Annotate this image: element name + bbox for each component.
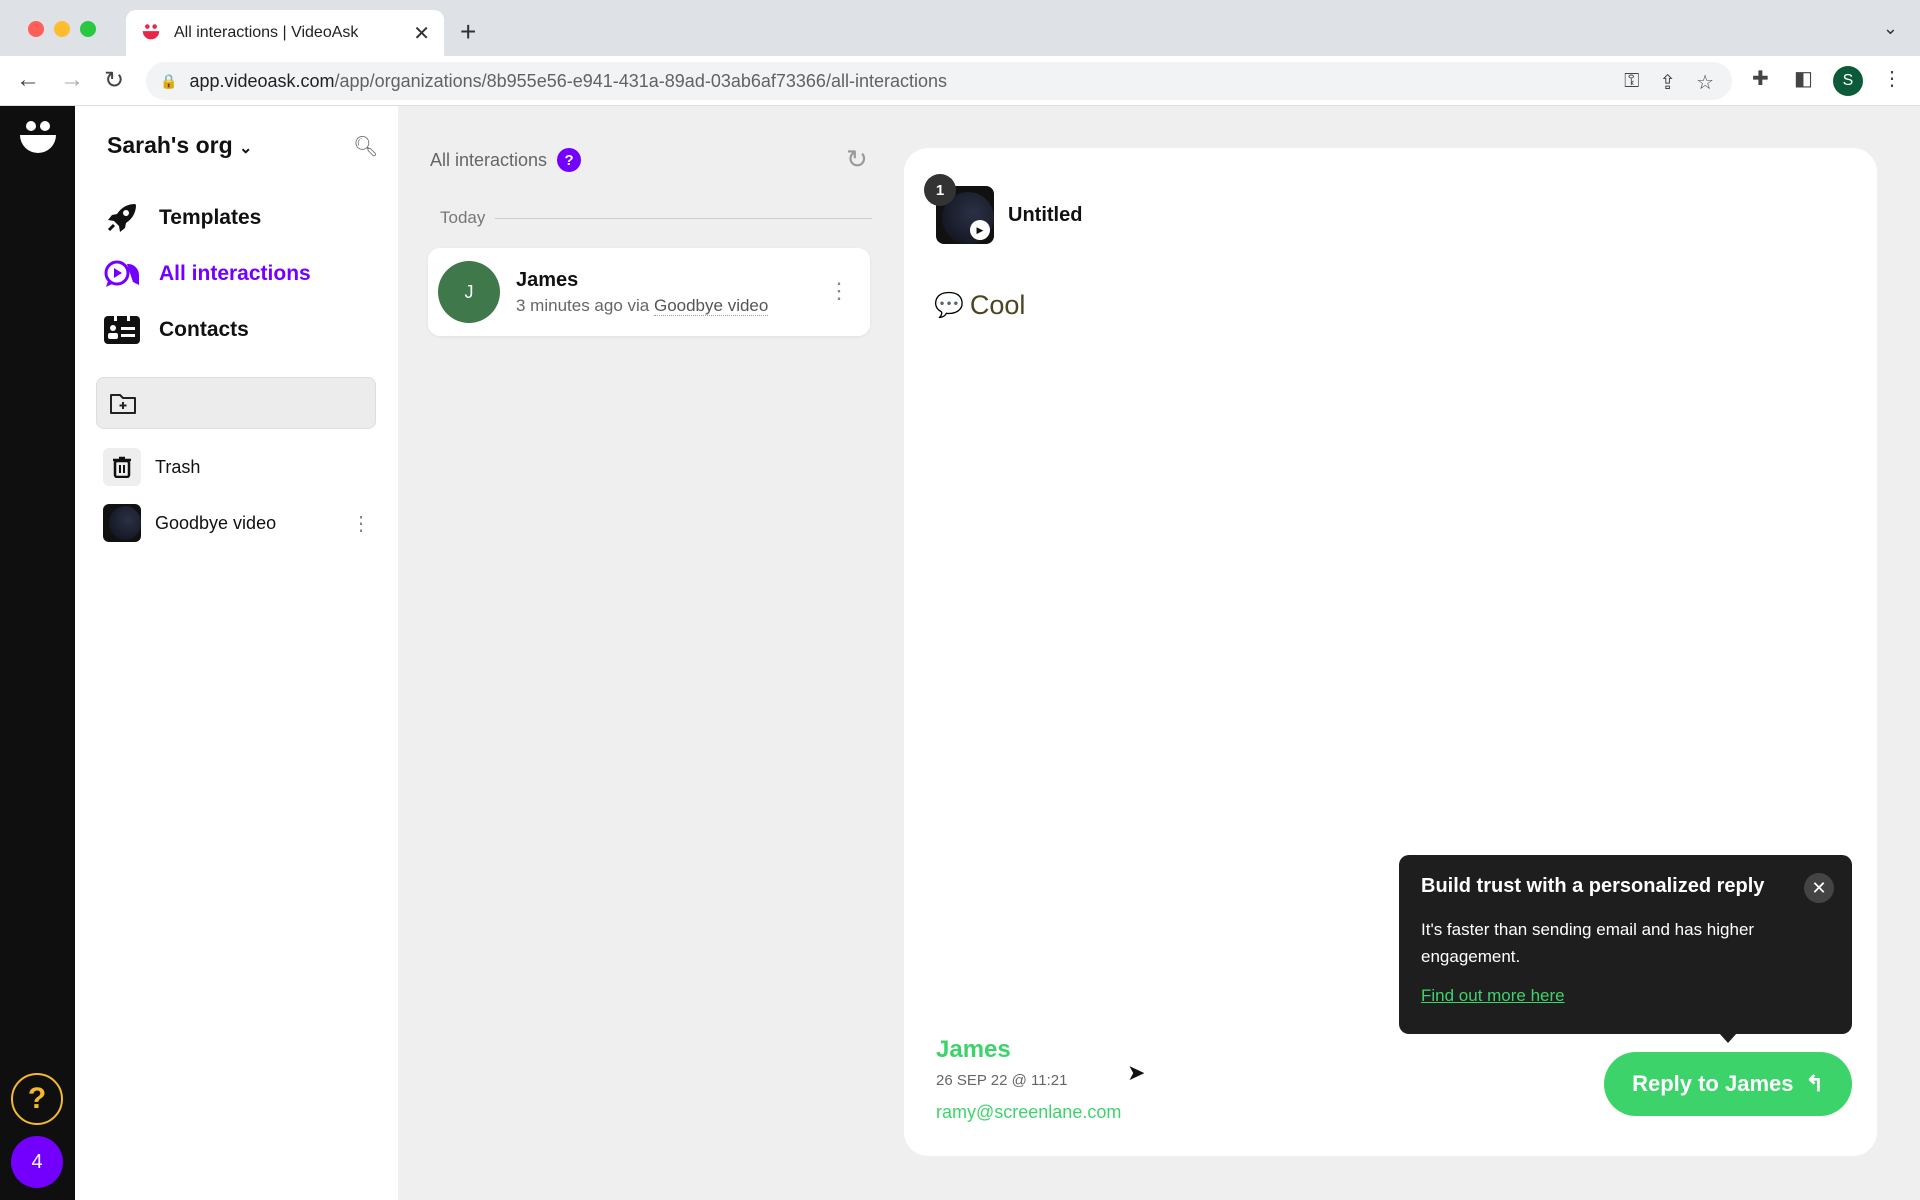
reply-button[interactable]: Reply to James ↰ (1604, 1052, 1852, 1116)
interaction-meta: 3 minutes ago via Goodbye video (516, 295, 769, 316)
tab-title: All interactions | VideoAsk (174, 24, 359, 41)
extensions-icon[interactable]: ✚ (1752, 66, 1769, 91)
video-thumbnail (103, 504, 141, 542)
new-folder-button[interactable] (97, 391, 149, 415)
org-switcher[interactable]: Sarah's org ⌄ (107, 132, 252, 159)
side-panel-icon[interactable]: ◧ (1794, 66, 1813, 91)
close-icon[interactable]: ✕ (1804, 873, 1834, 903)
play-icon: ▶ (970, 220, 990, 240)
reply-tip-popover: Build trust with a personalized reply It… (1399, 855, 1852, 1043)
key-icon[interactable]: ⚿ (1624, 70, 1639, 95)
sender-email[interactable]: ramy@screenlane.com (936, 1102, 1121, 1123)
interaction-detail-area: ▶ 1 Untitled 💬 Cool James 26 SEP 22 @ 11:… (898, 106, 1920, 1200)
url-text: app.videoask.com/app/organizations/8b955… (189, 70, 947, 91)
videoask-link[interactable]: Goodbye video (653, 295, 769, 316)
close-window-button[interactable] (28, 21, 44, 37)
tip-body: It's faster than sending email and has h… (1421, 920, 1755, 966)
help-button[interactable]: ? (11, 1073, 63, 1125)
sidebar: Sarah's org ⌄ 🔍︎ Templates All interacti… (75, 106, 1920, 1200)
address-bar[interactable]: 🔒 app.videoask.com/app/organizations/8b9… (146, 62, 1732, 100)
contacts-icon (103, 314, 141, 346)
lock-icon: 🔒 (160, 72, 178, 89)
sidebar-item-trash[interactable]: Trash (103, 448, 373, 486)
find-out-more-link[interactable]: Find out more here (1421, 986, 1565, 1006)
help-question-icon[interactable]: ? (557, 148, 582, 172)
browser-toolbar: ← → ↻ 🔒 app.videoask.com/app/organizatio… (0, 56, 1920, 106)
date-group-header: Today (440, 208, 872, 228)
tab-search-chevron-icon[interactable]: ⌄ (1883, 18, 1898, 39)
step-number-badge: 1 (924, 174, 956, 206)
tip-heading: Build trust with a personalized reply (1421, 875, 1765, 897)
more-options-icon[interactable]: ⋮ (351, 511, 371, 536)
sidebar-item-contacts[interactable]: Contacts (103, 314, 249, 346)
reload-button[interactable]: ↻ (104, 66, 124, 95)
tip-arrow (1719, 1033, 1737, 1043)
contact-avatar: J (438, 261, 500, 323)
list-title: All interactions? (430, 148, 582, 172)
notifications-badge[interactable]: 4 (11, 1136, 63, 1188)
interactions-list: All interactions? ↻ Today J James 3 minu… (398, 106, 898, 1200)
videoask-favicon-icon (142, 24, 160, 40)
app-rail: ? 4 (0, 106, 75, 1200)
close-tab-icon[interactable]: ✕ (413, 21, 430, 46)
sidebar-item-goodbye-video[interactable]: Goodbye video ⋮ (103, 504, 373, 542)
rocket-icon (103, 202, 141, 234)
text-response: 💬 Cool (934, 290, 1026, 320)
profile-avatar[interactable]: S (1833, 66, 1863, 96)
browser-tab-bar: All interactions | VideoAsk ✕ + ⌄ (0, 0, 1920, 56)
chrome-menu-icon[interactable]: ⋮ (1882, 66, 1902, 91)
card-more-options-icon[interactable]: ⋮ (828, 278, 850, 304)
trash-icon (103, 448, 141, 486)
share-icon[interactable]: ⇪ (1659, 70, 1676, 95)
minimize-window-button[interactable] (54, 21, 70, 37)
new-tab-button[interactable]: + (460, 16, 476, 48)
contact-name: James (516, 268, 579, 291)
bookmark-star-icon[interactable]: ☆ (1696, 70, 1714, 95)
new-folder-icon (110, 394, 136, 414)
chevron-down-icon: ⌄ (239, 140, 253, 157)
new-videoask-button-group: +New videoask (96, 377, 1920, 534)
refresh-icon[interactable]: ↻ (846, 144, 868, 175)
back-button[interactable]: ← (16, 66, 40, 94)
mouse-cursor-icon: ➤ (1127, 1060, 1146, 1085)
speech-bubble-icon: 💬 (934, 292, 964, 319)
maximize-window-button[interactable] (80, 21, 96, 37)
forward-button[interactable]: → (60, 66, 84, 94)
sender-name[interactable]: James (936, 1036, 1011, 1064)
interactions-icon (103, 258, 141, 290)
interaction-card[interactable]: J James 3 minutes ago via Goodbye video … (428, 248, 870, 336)
reply-arrow-icon: ↰ (1805, 1071, 1824, 1096)
search-icon[interactable]: 🔍︎ (353, 134, 378, 159)
videoask-title: Untitled (1008, 204, 1083, 226)
browser-tab[interactable]: All interactions | VideoAsk ✕ (126, 10, 444, 56)
sidebar-item-templates[interactable]: Templates (103, 202, 261, 234)
response-date: 26 SEP 22 @ 11:21 (936, 1072, 1068, 1089)
videoask-logo-icon[interactable] (18, 118, 58, 158)
sidebar-item-all-interactions[interactable]: All interactions (103, 258, 311, 290)
